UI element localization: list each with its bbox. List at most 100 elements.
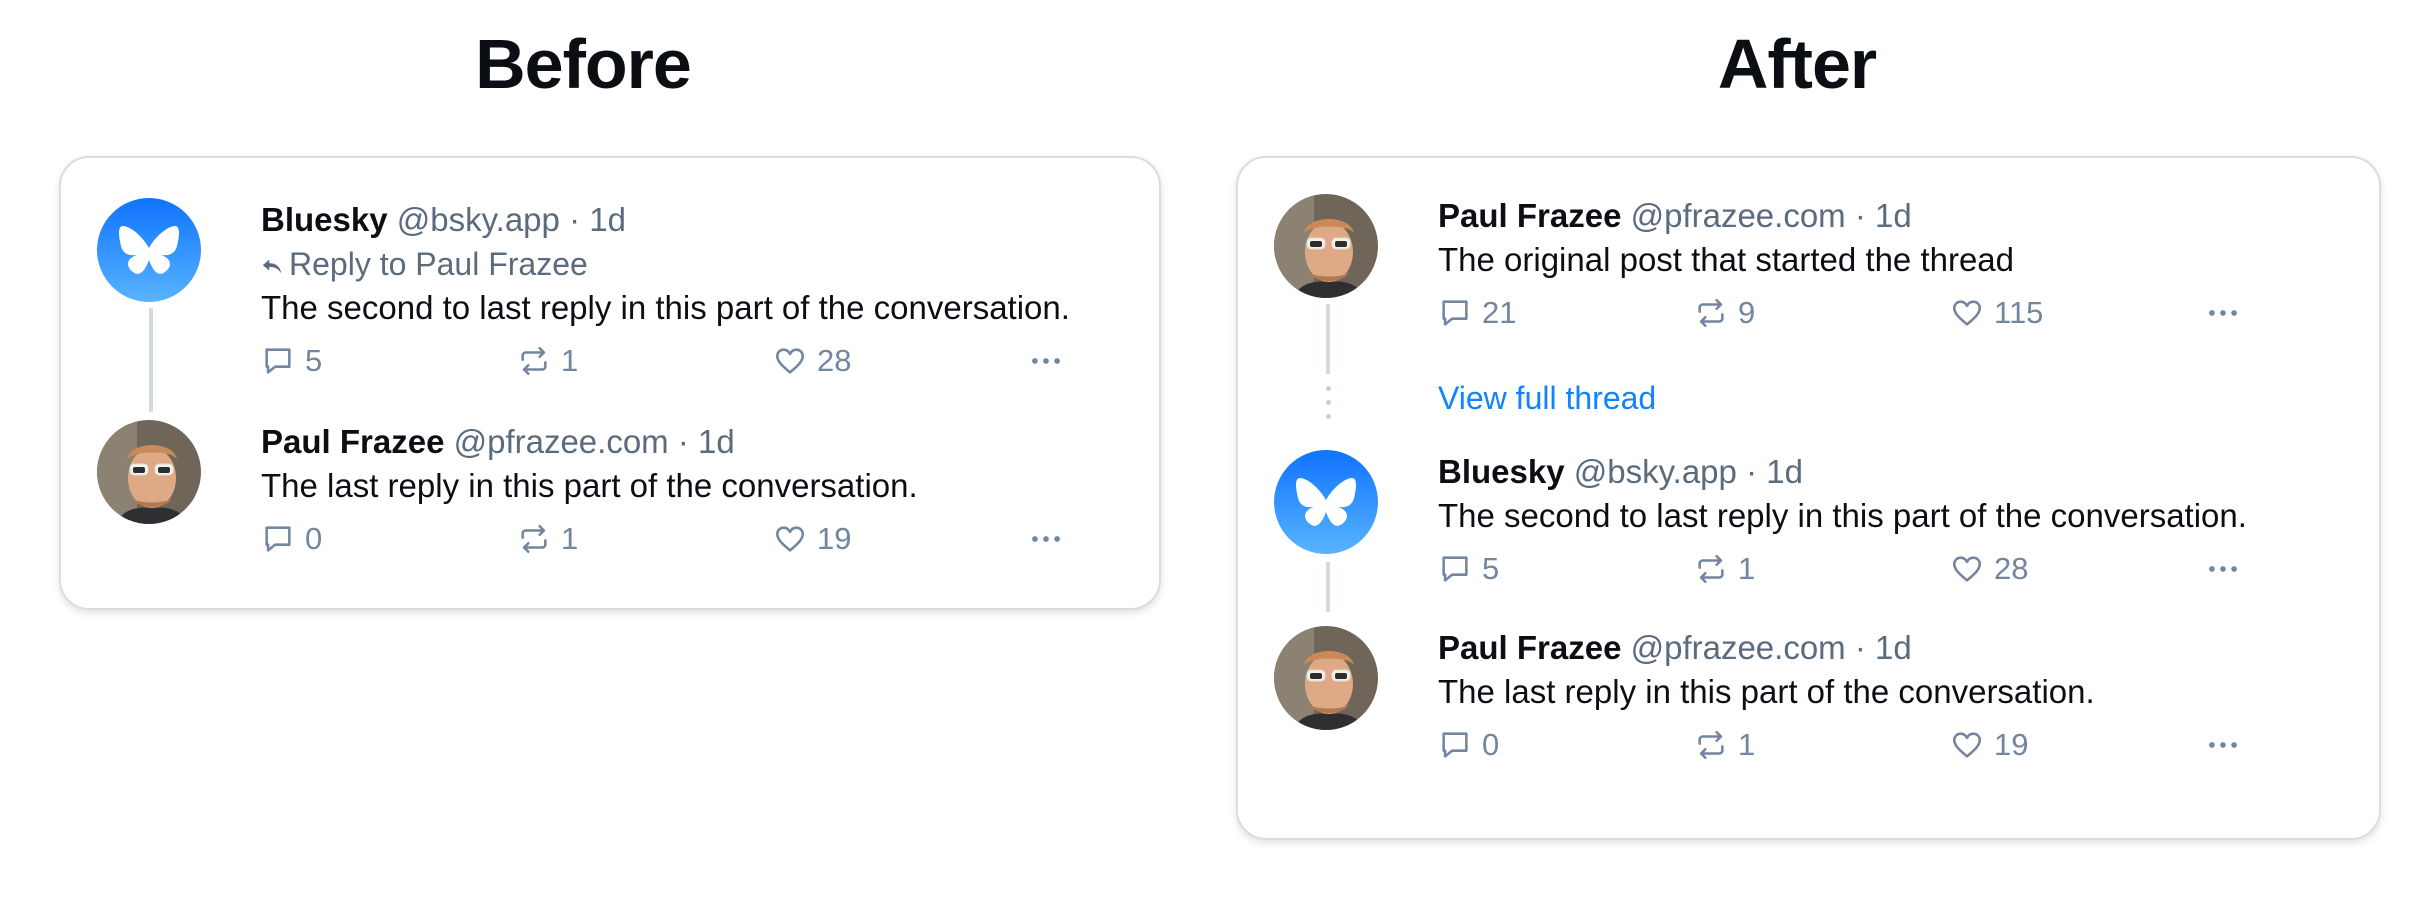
like-count: 115: [1994, 295, 2044, 330]
post-time[interactable]: 1d: [589, 201, 626, 238]
like-button[interactable]: 28: [773, 336, 851, 386]
before-title: Before: [475, 25, 692, 103]
reply-button[interactable]: 0: [1438, 720, 1499, 770]
like-button[interactable]: 19: [773, 514, 851, 564]
repost-button[interactable]: 1: [517, 336, 578, 386]
post-time[interactable]: 1d: [1766, 453, 1803, 490]
more-dots-icon: [1032, 536, 1060, 542]
more-options-button[interactable]: [1027, 514, 1065, 564]
reply-button[interactable]: 5: [261, 336, 322, 386]
author-handle[interactable]: @pfrazee.com: [1631, 629, 1846, 666]
post-actions: 5 1 28: [1438, 544, 2343, 594]
like-button[interactable]: 28: [1950, 544, 2028, 594]
repost-count: 1: [561, 521, 579, 556]
author-handle[interactable]: @bsky.app: [1574, 453, 1737, 490]
post-header: Paul Frazee @pfrazee.com · 1d: [1438, 626, 2343, 670]
like-count: 28: [1994, 551, 2029, 586]
post-time[interactable]: 1d: [1875, 629, 1912, 666]
reply-count: 5: [1482, 551, 1500, 586]
more-options-button[interactable]: [2204, 288, 2242, 338]
comment-icon: [1442, 300, 1468, 326]
post-text: The second to last reply in this part of…: [1438, 497, 2247, 534]
reply-button[interactable]: 21: [1438, 288, 1516, 338]
post-text: The last reply in this part of the conve…: [261, 467, 918, 504]
post-time[interactable]: 1d: [698, 423, 735, 460]
like-count: 19: [1994, 727, 2029, 762]
avatar[interactable]: [1274, 450, 1378, 554]
author-name[interactable]: Paul Frazee: [1438, 629, 1621, 666]
reply-count: 21: [1482, 295, 1517, 330]
comment-icon: [265, 348, 291, 374]
like-button[interactable]: 115: [1950, 288, 2043, 338]
bluesky-butterfly-icon: [1274, 450, 1378, 554]
separator-dot: ·: [677, 423, 689, 460]
post-actions: 5 1 28: [261, 336, 1123, 386]
more-options-button[interactable]: [2204, 544, 2242, 594]
repost-count: 9: [1738, 295, 1756, 330]
repost-count: 1: [1738, 727, 1756, 762]
repost-icon: [521, 346, 547, 376]
avatar[interactable]: [97, 420, 201, 524]
like-count: 28: [817, 343, 852, 378]
post-header: Bluesky @bsky.app · 1d: [261, 198, 1123, 242]
post-text: The second to last reply in this part of…: [261, 289, 1070, 326]
author-handle[interactable]: @pfrazee.com: [1631, 197, 1846, 234]
after-title: After: [1717, 25, 1877, 103]
author-handle[interactable]: @pfrazee.com: [454, 423, 669, 460]
heart-icon: [1952, 556, 1982, 582]
post-item[interactable]: Bluesky @bsky.app · 1d Reply to Paul Fra…: [97, 198, 1123, 398]
repost-button[interactable]: 1: [1694, 544, 1755, 594]
comment-icon: [1442, 732, 1468, 758]
author-name[interactable]: Bluesky: [261, 201, 388, 238]
author-handle[interactable]: @bsky.app: [397, 201, 560, 238]
post-actions: 0 1 19: [261, 514, 1123, 564]
reply-to-label: Reply to Paul Frazee: [289, 246, 588, 282]
heart-icon: [1952, 300, 1982, 326]
reply-count: 0: [305, 521, 323, 556]
reply-count: 0: [1482, 727, 1500, 762]
post-item[interactable]: Paul Frazee @pfrazee.com · 1d The last r…: [97, 420, 1123, 580]
avatar[interactable]: [1274, 626, 1378, 730]
reply-to-line[interactable]: Reply to Paul Frazee: [261, 242, 1123, 286]
separator-dot: ·: [1854, 629, 1866, 666]
repost-icon: [1698, 730, 1724, 760]
post-header: Paul Frazee @pfrazee.com · 1d: [1438, 194, 2343, 238]
post-text: The last reply in this part of the conve…: [1438, 673, 2095, 710]
before-thread-card: Bluesky @bsky.app · 1d Reply to Paul Fra…: [59, 156, 1161, 610]
separator-dot: ·: [1746, 453, 1758, 490]
avatar[interactable]: [1274, 194, 1378, 298]
separator-dot: ·: [1854, 197, 1866, 234]
more-options-button[interactable]: [1027, 336, 1065, 386]
author-name[interactable]: Paul Frazee: [1438, 197, 1621, 234]
avatar[interactable]: [97, 198, 201, 302]
comment-icon: [265, 526, 291, 552]
post-item[interactable]: Paul Frazee @pfrazee.com · 1d The origin…: [1274, 194, 2343, 354]
thread-dotted-connector: [1325, 386, 1331, 428]
repost-button[interactable]: 9: [1694, 288, 1755, 338]
author-name[interactable]: Bluesky: [1438, 453, 1565, 490]
heart-icon: [1952, 732, 1982, 758]
author-name[interactable]: Paul Frazee: [261, 423, 444, 460]
post-item[interactable]: Paul Frazee @pfrazee.com · 1d The last r…: [1274, 626, 2343, 786]
repost-count: 1: [1738, 551, 1756, 586]
reply-count: 5: [305, 343, 323, 378]
heart-icon: [775, 526, 805, 552]
post-header: Paul Frazee @pfrazee.com · 1d: [261, 420, 1123, 464]
repost-count: 1: [561, 343, 579, 378]
reply-button[interactable]: 5: [1438, 544, 1499, 594]
repost-button[interactable]: 1: [517, 514, 578, 564]
post-text: The original post that started the threa…: [1438, 241, 2015, 278]
post-header: Bluesky @bsky.app · 1d: [1438, 450, 2343, 494]
reply-button[interactable]: 0: [261, 514, 322, 564]
more-options-button[interactable]: [2204, 720, 2242, 770]
post-actions: 0 1 19: [1438, 720, 2343, 770]
more-dots-icon: [2209, 310, 2237, 316]
post-time[interactable]: 1d: [1875, 197, 1912, 234]
bluesky-butterfly-icon: [97, 198, 201, 302]
like-button[interactable]: 19: [1950, 720, 2028, 770]
repost-button[interactable]: 1: [1694, 720, 1755, 770]
repost-icon: [1698, 298, 1724, 328]
more-dots-icon: [1032, 358, 1060, 364]
post-item[interactable]: Bluesky @bsky.app · 1d The second to las…: [1274, 450, 2343, 610]
view-full-thread-link[interactable]: View full thread: [1438, 376, 1656, 420]
